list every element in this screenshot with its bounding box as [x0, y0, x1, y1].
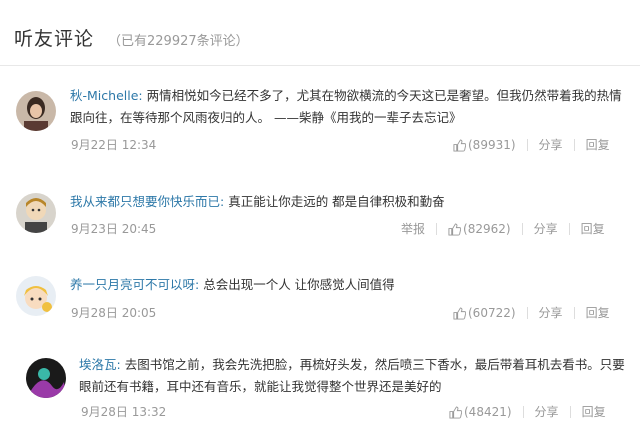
comment-time: 9月28日 13:32 [81, 405, 167, 419]
like-button[interactable]: (48421) [449, 405, 512, 419]
section-title: 听友评论 [14, 28, 95, 50]
comment-text: 真正能让你走远的 都是自律积极和勤奋 [228, 194, 445, 209]
comment-time: 9月28日 20:05 [71, 306, 157, 320]
username-link[interactable]: 埃洛瓦 [79, 357, 117, 372]
comment-time: 9月22日 12:34 [71, 138, 157, 152]
reply-button[interactable]: 回复 [586, 304, 610, 321]
reply-button[interactable]: 回复 [582, 403, 606, 420]
header-divider [0, 65, 640, 66]
like-count: (82962) [463, 221, 511, 236]
like-button[interactable]: (60722) [453, 306, 516, 320]
comment-time: 9月23日 20:45 [71, 222, 157, 236]
like-count: (48421) [464, 404, 512, 419]
share-button[interactable]: 分享 [535, 403, 559, 420]
thumbs-up-icon [453, 138, 466, 152]
user-avatar[interactable] [16, 91, 56, 131]
share-button[interactable]: 分享 [539, 136, 563, 153]
user-avatar[interactable] [26, 358, 66, 398]
reply-button[interactable]: 回复 [586, 136, 610, 153]
like-count: (89931) [468, 137, 516, 152]
like-count: (60722) [468, 305, 516, 320]
username-link[interactable]: 我从来都只想要你快乐而已 [70, 194, 220, 209]
reply-button[interactable]: 回复 [581, 220, 605, 237]
comments-header: 听友评论 （已有229927条评论） [14, 24, 249, 54]
report-button[interactable]: 举报 [401, 220, 425, 237]
comment-text: 去图书馆之前，我会先洗把脸，再梳好头发，然后喷三下香水，最后带着耳机去看书。只要… [79, 357, 625, 394]
share-button[interactable]: 分享 [534, 220, 558, 237]
like-button[interactable]: (89931) [453, 138, 516, 152]
thumbs-up-icon [453, 306, 466, 320]
username-link[interactable]: 秋-Michelle [70, 88, 138, 103]
comment-text: 两情相悦如今已经不多了，尤其在物欲横流的今天这已是奢望。但我仍然带着我的热情跟向… [70, 88, 622, 125]
comment-text: 总会出现一个人 让你感觉人间值得 [203, 277, 395, 292]
comment-count: （已有229927条评论） [108, 34, 249, 49]
share-button[interactable]: 分享 [539, 304, 563, 321]
username-link[interactable]: 养一只月亮可不可以呀 [70, 277, 195, 292]
thumbs-up-icon [449, 405, 462, 419]
thumbs-up-icon [448, 222, 462, 236]
like-button[interactable]: (82962) [448, 222, 511, 236]
